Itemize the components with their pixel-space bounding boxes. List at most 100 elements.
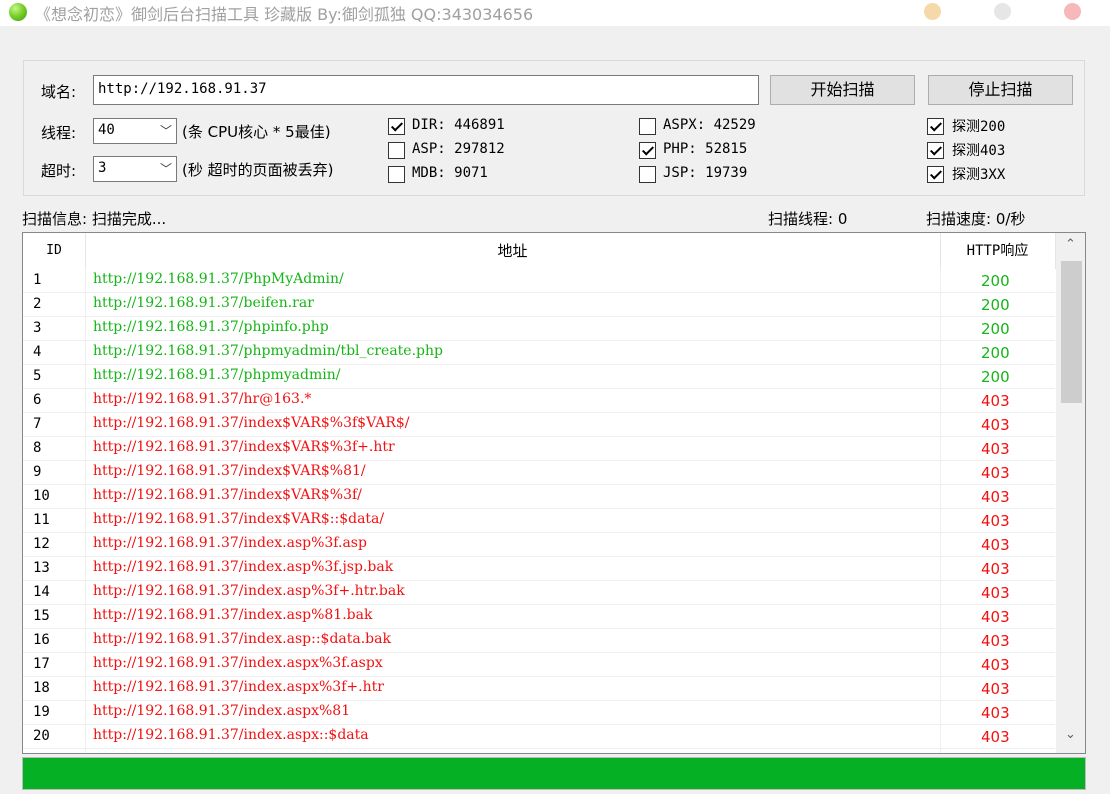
- table-row[interactable]: 19 http://192.168.91.37/index.aspx%81 403: [23, 701, 1055, 725]
- row-http-code: 403: [981, 680, 1010, 698]
- scan-speed: 扫描速度: 0/秒: [926, 210, 1026, 228]
- table-row[interactable]: 10 http://192.168.91.37/index$VAR$%3f/403: [23, 485, 1055, 509]
- header-url[interactable]: 地址: [85, 233, 941, 269]
- table-row[interactable]: 1 http://192.168.91.37/PhpMyAdmin/200: [23, 269, 1055, 293]
- row-http-code: 403: [981, 464, 1010, 482]
- row-url: http://192.168.91.37/index.asp::$data.ba…: [93, 631, 391, 647]
- dict-dir-label: DIR: 446891: [412, 117, 505, 133]
- header-id[interactable]: ID: [23, 233, 86, 269]
- row-url: http://192.168.91.37/index.aspx%81: [93, 703, 351, 719]
- table-row[interactable]: 20 http://192.168.91.37/index.aspx::$data…: [23, 725, 1055, 749]
- table-row[interactable]: 13 http://192.168.91.37/index.asp%3f.jsp.…: [23, 557, 1055, 581]
- row-id: 11: [33, 512, 50, 528]
- row-id: 14: [33, 584, 50, 600]
- scroll-thumb[interactable]: [1061, 261, 1082, 403]
- table-row[interactable]: 12 http://192.168.91.37/index.asp%3f.asp 4…: [23, 533, 1055, 557]
- scroll-up-icon[interactable]: ⌃: [1065, 237, 1076, 252]
- row-http-code: 403: [981, 440, 1010, 458]
- domain-input[interactable]: http://192.168.91.37: [93, 75, 759, 105]
- row-url: http://192.168.91.37/index.asp%3f.jsp.ba…: [93, 559, 394, 575]
- table-row[interactable]: 9 http://192.168.91.37/index$VAR$%81/403: [23, 461, 1055, 485]
- row-id: 16: [33, 632, 50, 648]
- chevron-down-icon[interactable]: ﹀: [160, 160, 172, 177]
- row-url: http://192.168.91.37/index.asp%81.bak: [93, 607, 373, 623]
- header-http-code[interactable]: HTTP响应: [940, 233, 1056, 269]
- row-url: http://192.168.91.37/index.asp%3f.asp: [93, 535, 367, 551]
- dict-aspx-checkbox[interactable]: [639, 118, 656, 135]
- results-table[interactable]: ID 地址 HTTP响应 1 http://192.168.91.37/PhpMy…: [22, 232, 1086, 754]
- probe-200-checkbox[interactable]: [927, 118, 944, 135]
- table-row[interactable]: 18 http://192.168.91.37/index.aspx%3f+.ht…: [23, 677, 1055, 701]
- threads-hint: (条 CPU核心 * 5最佳): [182, 123, 331, 141]
- timeout-combo[interactable]: 3 ﹀: [93, 156, 177, 182]
- dict-jsp-checkbox[interactable]: [639, 166, 656, 183]
- dict-dir-checkbox[interactable]: [388, 118, 405, 135]
- row-http-code: 200: [981, 296, 1010, 314]
- close-button[interactable]: [1064, 3, 1081, 20]
- row-id: 5: [33, 368, 42, 384]
- row-id: 1: [33, 272, 42, 288]
- vertical-scrollbar[interactable]: ⌃ ⌄: [1056, 233, 1085, 753]
- start-scan-button[interactable]: 开始扫描: [770, 75, 915, 105]
- row-id: 4: [33, 344, 42, 360]
- row-divider: [23, 748, 1055, 749]
- table-row[interactable]: 6 http://192.168.91.37/hr@163.* 403: [23, 389, 1055, 413]
- maximize-button[interactable]: [994, 3, 1011, 20]
- title-bar: 《想念初恋》御剑后台扫描工具 珍藏版 By:御剑孤独 QQ:343034656: [0, 0, 1110, 26]
- dict-mdb-label: MDB: 9071: [412, 165, 488, 181]
- table-row[interactable]: 4 http://192.168.91.37/phpmyadmin/tbl_cre…: [23, 341, 1055, 365]
- table-row[interactable]: 3 http://192.168.91.37/phpinfo.php 200: [23, 317, 1055, 341]
- row-url: http://192.168.91.37/index$VAR$%3f+.htr: [93, 439, 395, 455]
- threads-label: 线程:: [41, 124, 77, 142]
- row-id: 10: [33, 488, 50, 504]
- row-url: http://192.168.91.37/index.asp%3f+.htr.b…: [93, 583, 405, 599]
- table-row[interactable]: 14 http://192.168.91.37/index.asp%3f+.htr…: [23, 581, 1055, 605]
- row-id: 18: [33, 680, 50, 696]
- table-row[interactable]: 17 http://192.168.91.37/index.aspx%3f.asp…: [23, 653, 1055, 677]
- dict-mdb-checkbox[interactable]: [388, 166, 405, 183]
- probe-3xx-label: 探测3XX: [952, 167, 1006, 183]
- table-row[interactable]: 11 http://192.168.91.37/index$VAR$::$data…: [23, 509, 1055, 533]
- row-http-code: 403: [981, 728, 1010, 746]
- table-row[interactable]: 8 http://192.168.91.37/index$VAR$%3f+.htr…: [23, 437, 1055, 461]
- table-row[interactable]: 15 http://192.168.91.37/index.asp%81.bak 4…: [23, 605, 1055, 629]
- timeout-value: 3: [98, 160, 107, 176]
- row-url: http://192.168.91.37/index$VAR$%3f/: [93, 487, 362, 503]
- row-id: 3: [33, 320, 42, 336]
- dict-php-checkbox[interactable]: [639, 142, 656, 159]
- row-url: http://192.168.91.37/index$VAR$%81/: [93, 463, 366, 479]
- threads-value: 40: [98, 122, 115, 138]
- row-id: 20: [33, 728, 50, 744]
- row-url: http://192.168.91.37/beifen.rar: [93, 295, 314, 311]
- row-http-code: 403: [981, 584, 1010, 602]
- row-http-code: 200: [981, 320, 1010, 338]
- dict-asp-label: ASP: 297812: [412, 141, 505, 157]
- row-id: 17: [33, 656, 50, 672]
- minimize-button[interactable]: [924, 3, 941, 20]
- scroll-down-icon[interactable]: ⌄: [1065, 727, 1076, 742]
- threads-combo[interactable]: 40 ﹀: [93, 118, 177, 144]
- row-url: http://192.168.91.37/index$VAR$%3f$VAR$/: [93, 415, 410, 431]
- row-id: 15: [33, 608, 50, 624]
- probe-3xx-checkbox[interactable]: [927, 166, 944, 183]
- table-row[interactable]: 2 http://192.168.91.37/beifen.rar 200: [23, 293, 1055, 317]
- probe-403-checkbox[interactable]: [927, 142, 944, 159]
- row-url: http://192.168.91.37/index$VAR$::$data/: [93, 511, 385, 527]
- row-id: 12: [33, 536, 50, 552]
- scan-progress-bar: [22, 757, 1086, 790]
- row-url: http://192.168.91.37/index.aspx::$data: [93, 727, 369, 743]
- stop-scan-button[interactable]: 停止扫描: [928, 75, 1073, 105]
- row-http-code: 403: [981, 488, 1010, 506]
- scan-info: 扫描信息: 扫描完成...: [22, 210, 167, 228]
- table-row[interactable]: 7 http://192.168.91.37/index$VAR$%3f$VAR$…: [23, 413, 1055, 437]
- row-id: 8: [33, 440, 42, 456]
- table-row[interactable]: 5 http://192.168.91.37/phpmyadmin/200: [23, 365, 1055, 389]
- row-id: 19: [33, 704, 50, 720]
- dict-asp-checkbox[interactable]: [388, 142, 405, 159]
- table-row[interactable]: 16 http://192.168.91.37/index.asp::$data.…: [23, 629, 1055, 653]
- row-http-code: 200: [981, 344, 1010, 362]
- chevron-down-icon[interactable]: ﹀: [160, 122, 172, 139]
- row-url: http://192.168.91.37/hr@163.*: [93, 391, 312, 407]
- dict-jsp-label: JSP: 19739: [663, 165, 748, 181]
- row-id: 6: [33, 392, 42, 408]
